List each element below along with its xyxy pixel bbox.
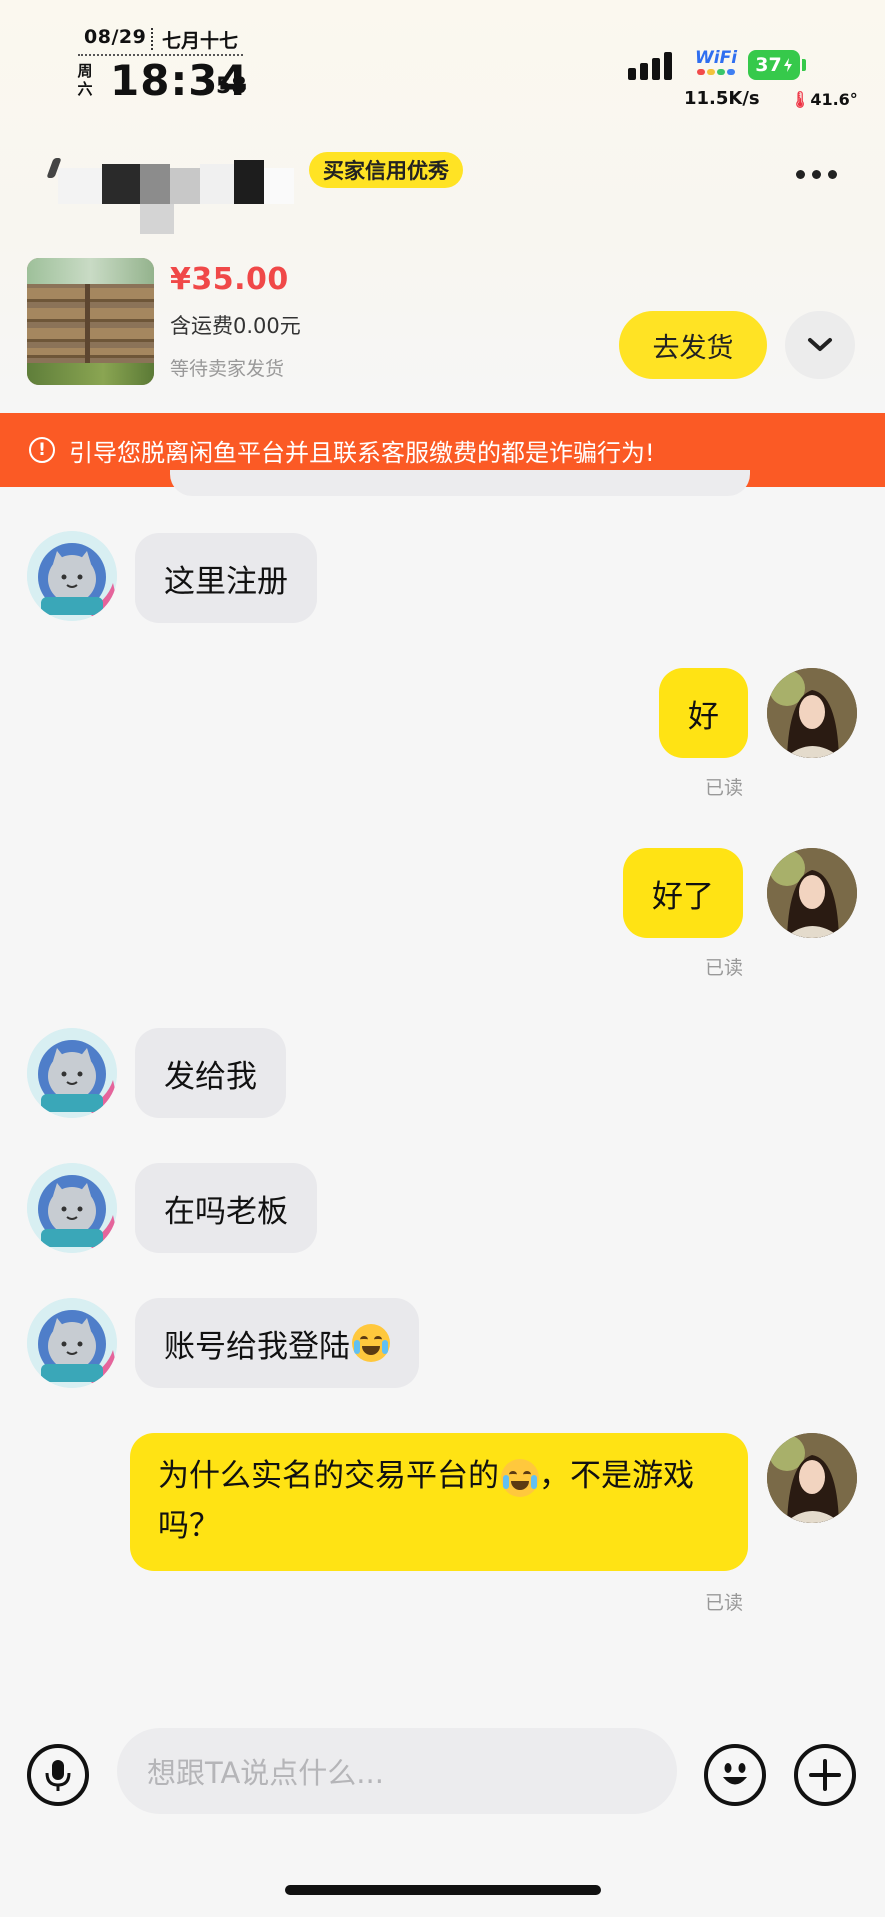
message-text: 好了 <box>652 878 714 915</box>
voice-input-button[interactable] <box>27 1744 89 1806</box>
battery-cap <box>802 59 806 71</box>
microphone-icon <box>45 1760 71 1791</box>
contact-name-redacted <box>58 160 303 235</box>
status-seconds: 58 <box>216 74 247 99</box>
message-input[interactable]: 想跟TA说点什么... <box>117 1728 677 1814</box>
warning-text: 引导您脱离闲鱼平台并且联系客服缴费的都是诈骗行为! <box>69 438 655 467</box>
product-price: ¥35.00 <box>170 262 289 297</box>
battery-icon: 37 <box>748 50 800 80</box>
order-status: 等待卖家发货 <box>170 358 285 380</box>
message-text: 这里注册 <box>164 563 288 600</box>
message-text: 发给我 <box>164 1058 257 1095</box>
shipping-fee: 含运费0.00元 <box>170 314 301 338</box>
message-bubble-incoming[interactable]: 在吗老板 <box>135 1163 317 1253</box>
crying-laugh-emoji-icon <box>501 1458 539 1497</box>
network-speed: 11.5K/s <box>684 88 760 109</box>
my-avatar[interactable] <box>767 668 857 758</box>
status-separator <box>151 28 153 50</box>
message-bubble-incoming[interactable]: 账号给我登陆 <box>135 1298 419 1388</box>
contact-avatar[interactable] <box>27 1298 117 1388</box>
alert-circle-icon: ! <box>29 437 55 463</box>
message-text: 在吗老板 <box>164 1193 288 1230</box>
status-bar: 08/29 七月十七 周六 18:34 58 WiFi 37 11.5K/s 🌡… <box>0 0 885 115</box>
more-actions-button[interactable] <box>794 1744 856 1806</box>
read-receipt: 已读 <box>705 777 744 799</box>
message-bubble-outgoing[interactable]: 好 <box>659 668 748 758</box>
ship-button[interactable]: 去发货 <box>619 311 767 379</box>
my-avatar[interactable] <box>767 1433 857 1523</box>
product-thumbnail[interactable] <box>27 258 154 385</box>
read-receipt: 已读 <box>705 1592 744 1614</box>
buyer-credit-badge: 买家信用优秀 <box>309 152 463 188</box>
wifi-label: WiFi <box>695 48 738 68</box>
smiley-icon <box>723 1763 747 1785</box>
battery-level: 37 <box>755 54 782 76</box>
chevron-down-icon <box>808 338 832 351</box>
home-indicator[interactable] <box>285 1885 601 1895</box>
message-bubble-incoming[interactable]: 发给我 <box>135 1028 286 1118</box>
cellular-signal-icon <box>628 52 672 80</box>
status-date: 08/29 <box>84 26 147 48</box>
emoji-button[interactable] <box>704 1744 766 1806</box>
status-lunar-date: 七月十七 <box>162 30 239 52</box>
message-bubble-incoming[interactable]: 这里注册 <box>135 533 317 623</box>
wifi-icon: WiFi <box>695 48 737 75</box>
thermometer-icon: 🌡 <box>790 90 811 109</box>
message-bubble-outgoing[interactable]: 为什么实名的交易平台的 ，不是游戏吗？ <box>130 1433 748 1571</box>
message-text: 好 <box>688 698 719 735</box>
my-avatar[interactable] <box>767 848 857 938</box>
read-receipt: 已读 <box>705 957 744 979</box>
message-text-part1: 为什么实名的交易平台的 <box>158 1458 499 1494</box>
temperature-value: 41.6° <box>810 90 858 109</box>
temperature: 🌡41.6° <box>790 90 858 109</box>
status-weekday: 周六 <box>77 62 93 98</box>
contact-avatar[interactable] <box>27 1163 117 1253</box>
laughing-tears-emoji-icon <box>352 1324 390 1362</box>
contact-avatar[interactable] <box>27 1028 117 1118</box>
plus-icon <box>809 1759 841 1791</box>
expand-button[interactable] <box>785 311 855 379</box>
previous-message-bubble <box>170 470 750 496</box>
more-icon[interactable] <box>796 170 837 179</box>
contact-avatar[interactable] <box>27 531 117 621</box>
message-text: 账号给我登陆 <box>164 1328 350 1365</box>
message-bubble-outgoing[interactable]: 好了 <box>623 848 743 938</box>
message-text: 为什么实名的交易平台的 ，不是游戏吗？ <box>158 1451 720 1551</box>
